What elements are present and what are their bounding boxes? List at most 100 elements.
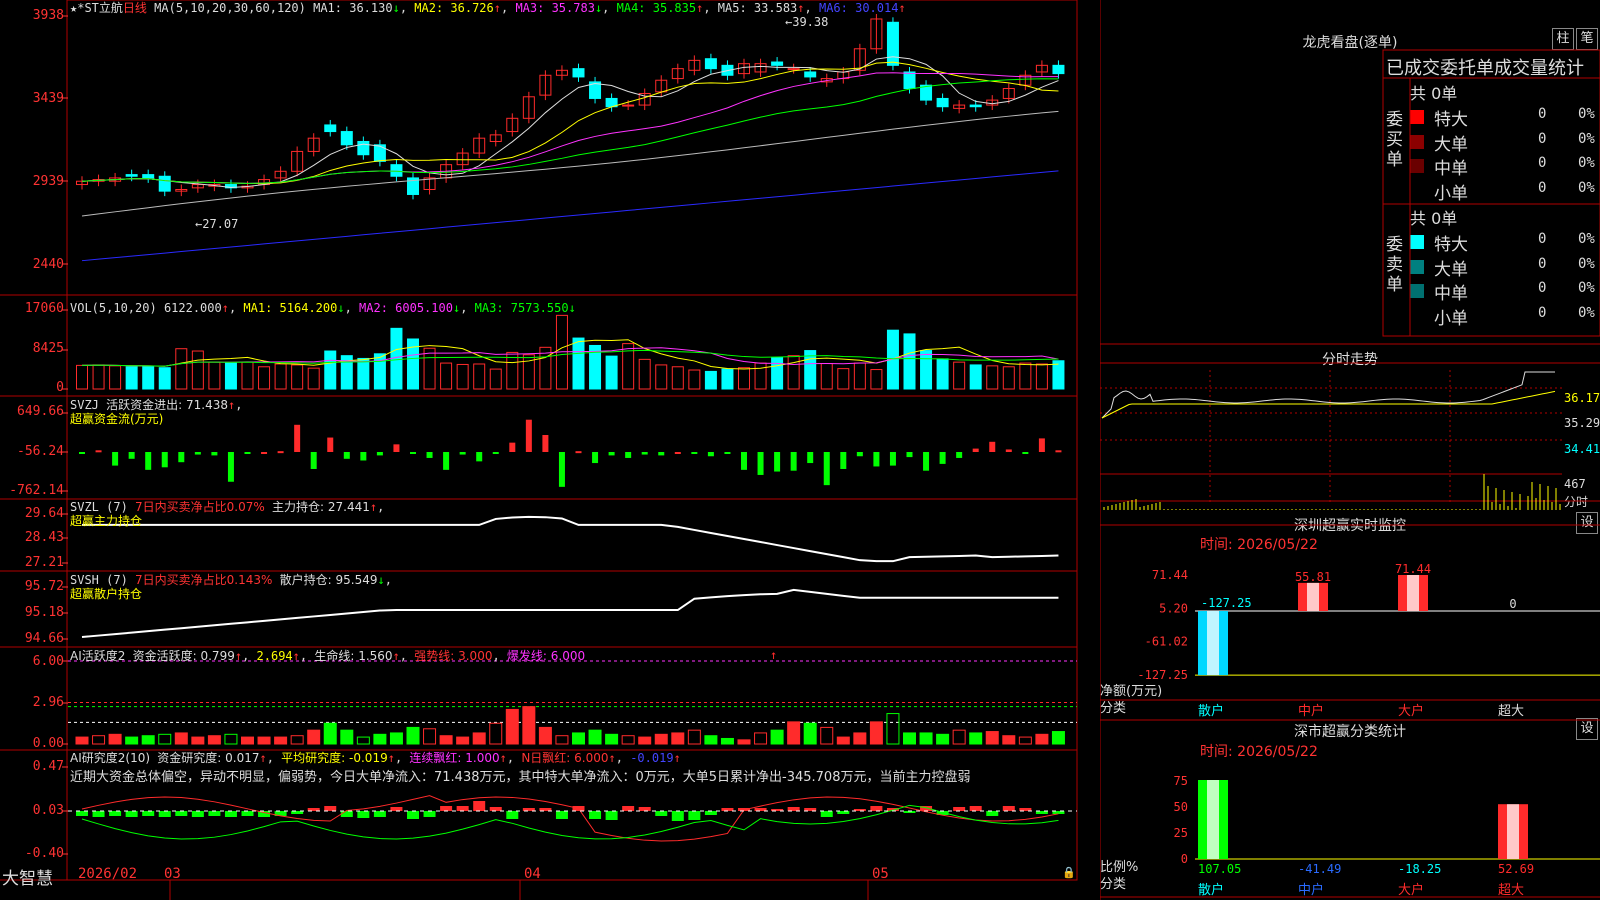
date-may: 05: [872, 866, 889, 882]
tick-mode-button[interactable]: 笔: [1576, 28, 1598, 50]
dragon-tabs[interactable]: 已成交委托单成交量统计: [1386, 54, 1600, 80]
order-percent: 0%: [1578, 130, 1595, 147]
ai2-bar: [473, 801, 486, 811]
svzj-bar: [989, 441, 996, 452]
candle-body: [142, 174, 155, 179]
volume-bar: [1052, 360, 1065, 390]
svzj-bar: [310, 452, 317, 469]
monitor-axis-label: 71.44: [1152, 568, 1188, 582]
svzj-bar: [261, 452, 268, 454]
candle: [423, 172, 436, 195]
candle: [76, 176, 88, 190]
svzj-bar: [1022, 452, 1029, 454]
svzj-bar: [509, 442, 516, 452]
ai2-bar: [555, 811, 568, 819]
ai1-bar: [340, 729, 354, 745]
ma5-value: MA5: 33.583: [717, 1, 798, 15]
ai1-bar: [456, 736, 470, 745]
svzj-bar: [277, 451, 284, 454]
intraday-vol-axis: 467: [1564, 477, 1586, 491]
lock-icon[interactable]: 🔒: [1062, 866, 1076, 879]
bar-mode-button[interactable]: 柱: [1552, 28, 1574, 50]
brand-label[interactable]: 大智慧: [2, 864, 53, 889]
volume-bar: [191, 350, 204, 390]
ai2-bar: [373, 811, 386, 817]
intraday-axis-1: 36.17: [1564, 391, 1600, 405]
monitor-category: 超大: [1498, 704, 1524, 719]
ai1-bar: [257, 736, 271, 745]
candle-body: [936, 97, 949, 108]
volume-bar: [704, 370, 717, 390]
order-count: 0: [1538, 255, 1547, 272]
ai2-bar: [953, 807, 966, 811]
high-price-label: ←39.38: [785, 15, 829, 29]
bar-highlight: [1207, 611, 1219, 676]
volume-bar: [721, 368, 734, 390]
candle: [142, 169, 155, 183]
monitor-category: 散户: [1198, 703, 1224, 719]
svzj-bar: [327, 437, 334, 452]
order-count: 0: [1538, 179, 1547, 196]
ai1-bar: [869, 721, 883, 745]
volume-bar: [175, 348, 188, 390]
svsh-sub: 超赢散户持仓: [70, 587, 143, 601]
bar-body: [1498, 804, 1528, 859]
svzj-bar: [360, 452, 367, 461]
volume-bar: [953, 361, 966, 390]
intraday-axis-3: 34.41: [1564, 442, 1600, 456]
volume-bar: [688, 369, 701, 390]
ai2-bar: [589, 811, 602, 819]
svsh-legend: SVSH (7) 7日内买卖净占比0.143% 散户持仓: 95.549↓,: [70, 573, 392, 587]
classify-settings-button[interactable]: 设: [1576, 718, 1598, 740]
ai1-bar: [274, 736, 288, 745]
low-price-label: ←27.07: [195, 217, 239, 231]
ai1-bar: [605, 733, 619, 745]
svzj-bar: [1055, 450, 1062, 453]
order-type: 特大: [1434, 110, 1468, 130]
svzj-bar: [145, 452, 152, 470]
volume-bar: [109, 365, 122, 390]
candle: [704, 53, 717, 74]
main-legend: ★*ST立航日线 MA(5,10,20,30,60,120) MA1: 36.1…: [70, 1, 906, 15]
order-type: 中单: [1434, 159, 1468, 179]
ai1-bar: [538, 726, 552, 745]
classify-axis-label: 50: [1174, 800, 1188, 814]
period-label[interactable]: 日线: [123, 1, 147, 15]
ai1-bar: [903, 732, 916, 745]
svzj-bar: [939, 452, 946, 464]
ma1-value: MA1: 36.130: [313, 1, 393, 15]
axis-svsh-3: 94.66: [24, 631, 64, 646]
chart-area[interactable]: ↑: [0, 0, 1100, 900]
axis-svzl-3: 27.21: [24, 555, 64, 570]
candle: [671, 63, 684, 84]
volume-bar: [274, 363, 287, 390]
monitor-settings-button[interactable]: 设: [1576, 512, 1598, 534]
axis-ai1-2: 2.96: [32, 695, 64, 710]
classify-category: 大户: [1398, 882, 1424, 898]
ai1-bar: [886, 713, 900, 745]
ai1-bar: [952, 729, 966, 745]
monitor-category: 大户: [1398, 703, 1424, 719]
classify-bar: [1198, 780, 1228, 859]
ai2-bar: [655, 811, 668, 816]
svzj-bar: [410, 452, 416, 454]
order-percent: 0%: [1578, 106, 1595, 122]
ai2-bar: [241, 811, 254, 816]
volume-bar: [92, 364, 105, 390]
ai1-bar: [505, 708, 519, 745]
ai1-bar: [936, 733, 950, 745]
candle: [373, 139, 386, 167]
svzj-bar: [790, 452, 797, 471]
order-count: 0: [1538, 304, 1547, 321]
svzj-bar: [840, 452, 847, 469]
ai1-bar: [158, 733, 172, 745]
order-count: 0: [1538, 155, 1547, 171]
candle: [738, 58, 750, 79]
dragon-title: 龙虎看盘(逐单): [1302, 35, 1398, 51]
candle-body: [969, 104, 982, 108]
svzj-bar: [592, 452, 599, 464]
svzj-bar: [376, 452, 383, 456]
svzj-bar: [1005, 449, 1012, 452]
candle: [390, 159, 403, 182]
candle-body: [1052, 64, 1065, 75]
